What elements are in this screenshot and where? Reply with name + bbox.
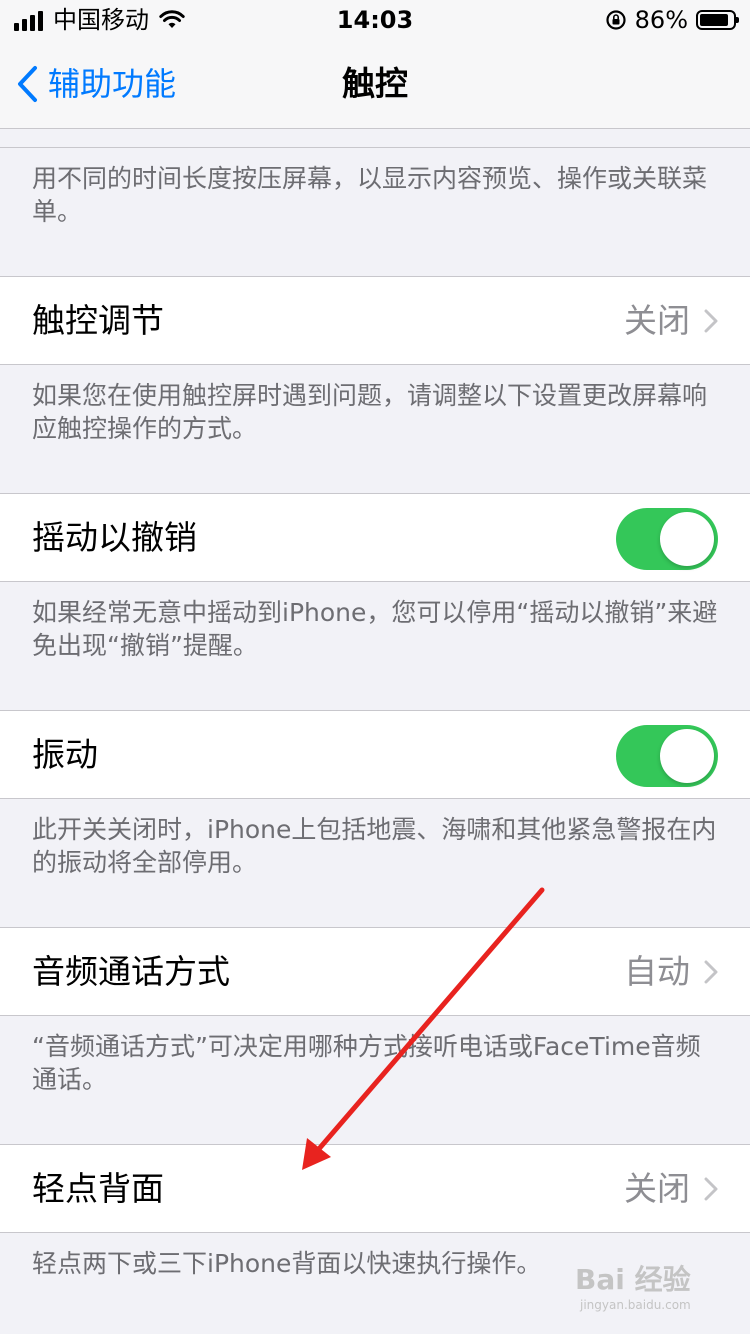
- touch-accommodations-label: 触控调节: [32, 300, 164, 340]
- battery-icon: [696, 10, 739, 30]
- vibration-row: 振动: [0, 710, 750, 799]
- back-tap-label: 轻点背面: [32, 1168, 164, 1208]
- back-tap-value: 关闭: [624, 1168, 690, 1208]
- back-tap-row[interactable]: 轻点背面 关闭: [0, 1144, 750, 1233]
- battery-percent: 86%: [634, 6, 688, 34]
- navigation-bar: 辅助功能 触控: [0, 40, 750, 129]
- chevron-right-icon: [704, 960, 718, 984]
- chevron-right-icon: [704, 1177, 718, 1201]
- call-audio-routing-row[interactable]: 音频通话方式 自动: [0, 927, 750, 1016]
- watermark-url: jingyan.baidu.com: [580, 1298, 691, 1312]
- settings-list: 用不同的时间长度按压屏幕，以显示内容预览、操作或关联菜单。 触控调节 关闭 如果…: [0, 128, 750, 1333]
- call-audio-routing-label: 音频通话方式: [32, 951, 230, 991]
- shake-to-undo-row: 摇动以撤销: [0, 493, 750, 582]
- status-bar: 中国移动 14:03 86%: [0, 0, 750, 40]
- watermark-logo: Bai 经验: [575, 1263, 691, 1296]
- shake-to-undo-label: 摇动以撤销: [32, 517, 197, 557]
- chevron-right-icon: [704, 309, 718, 333]
- vibration-toggle[interactable]: [616, 725, 718, 787]
- vibration-label: 振动: [32, 734, 98, 774]
- rotation-lock-icon: [606, 10, 626, 30]
- haptic-touch-description: 用不同的时间长度按压屏幕，以显示内容预览、操作或关联菜单。: [32, 164, 708, 226]
- touch-accommodations-row[interactable]: 触控调节 关闭: [0, 276, 750, 365]
- page-title: 触控: [342, 64, 408, 103]
- shake-to-undo-description: 如果经常无意中摇动到iPhone，您可以停用“摇动以撤销”来避免出现“撤销”提醒…: [32, 598, 718, 660]
- vibration-description: 此开关关闭时，iPhone上包括地震、海啸和其他紧急警报在内的振动将全部停用。: [32, 815, 717, 877]
- shake-to-undo-toggle[interactable]: [616, 508, 718, 570]
- call-audio-routing-description: “音频通话方式”可决定用哪种方式接听电话或FaceTime音频通话。: [32, 1032, 701, 1094]
- touch-accommodations-description: 如果您在使用触控屏时遇到问题，请调整以下设置更改屏幕响应触控操作的方式。: [32, 381, 708, 443]
- touch-accommodations-value: 关闭: [624, 300, 690, 340]
- call-audio-routing-value: 自动: [624, 951, 690, 991]
